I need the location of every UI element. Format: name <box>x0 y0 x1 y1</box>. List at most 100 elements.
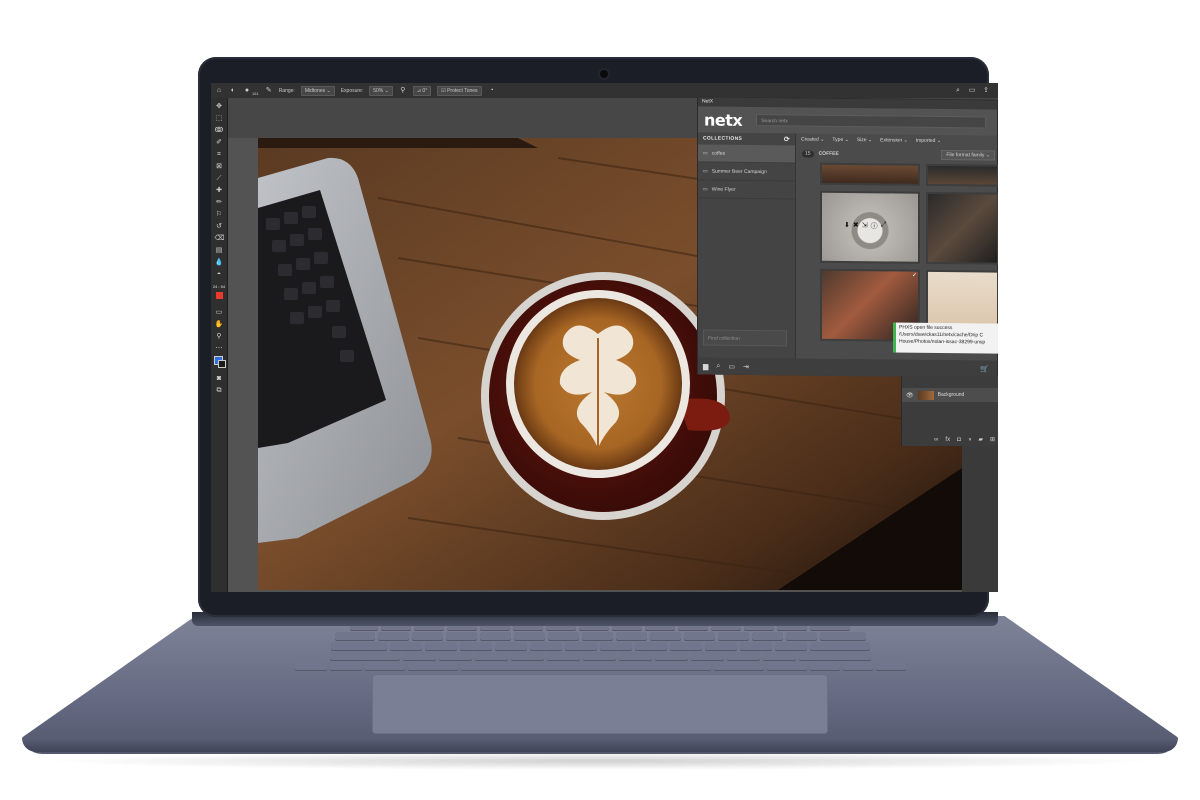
filter-created[interactable]: Created ⌄ <box>801 137 824 143</box>
screen-mode-icon[interactable]: ⧉ <box>215 386 224 395</box>
find-collection-input[interactable]: Find collection <box>703 329 787 347</box>
exposure-field[interactable]: 50% ⌄ <box>369 85 393 96</box>
key <box>717 632 749 640</box>
netx-footer: ▆ ⌕ ▭ ⇥ 🛒 <box>698 357 997 378</box>
remove-icon[interactable]: ✖ <box>853 221 859 231</box>
quick-mask-icon[interactable]: ◙ <box>215 374 224 383</box>
adjustment-icon[interactable]: ◑ <box>968 437 972 443</box>
mask-icon[interactable]: ◘ <box>957 437 961 443</box>
filter-size[interactable]: Size ⌄ <box>857 137 872 143</box>
key <box>690 652 724 660</box>
tools-panel: ✥ ⬚ ↂ ✐ ⌗ ⊠ ⟋ ✚ ✏ ⚐ ↺ ⌫ ▤ 💧 ◓ 24 : 54 ▭ … <box>211 98 228 592</box>
filter-extension[interactable]: Extension ⌄ <box>880 137 908 143</box>
asset-count-badge: 15 <box>802 150 814 158</box>
collections-title: COLLECTIONS <box>703 135 743 142</box>
history-brush-icon[interactable]: ↺ <box>215 222 224 231</box>
key <box>407 662 458 670</box>
brush-settings-icon[interactable]: ✎ <box>265 87 273 95</box>
crop-tool-icon[interactable]: ⌗ <box>215 150 224 159</box>
hand-tool-icon[interactable]: ✋ <box>215 320 224 329</box>
healing-tool-icon[interactable]: ✚ <box>215 186 224 195</box>
collection-icon[interactable]: ▭ <box>728 362 735 370</box>
key <box>704 642 737 650</box>
selected-check-icon[interactable]: ✓ <box>912 272 917 279</box>
keyboard-row <box>170 652 1030 660</box>
asset-thumbnail[interactable] <box>926 191 998 265</box>
key <box>564 642 597 650</box>
sort-select[interactable]: File format family ⌄ <box>941 149 995 161</box>
key <box>513 632 545 640</box>
dodge-tool-preset-icon[interactable]: ◐ <box>229 87 237 95</box>
search-icon[interactable]: ⌕ <box>954 87 962 95</box>
quick-select-tool-icon[interactable]: ✐ <box>215 138 224 147</box>
key <box>615 632 647 640</box>
collection-item-summer-beer-campaign[interactable]: ▭ Summer Beer Campaign <box>698 162 795 182</box>
new-layer-icon[interactable]: ⊞ <box>990 436 995 443</box>
foreground-color-chip[interactable] <box>215 292 223 299</box>
key <box>649 632 681 640</box>
stamp-tool-icon[interactable]: ⚐ <box>215 210 224 219</box>
key <box>546 652 580 660</box>
key <box>459 642 492 650</box>
key <box>798 652 871 660</box>
refresh-icon[interactable]: ⟳ <box>784 135 790 143</box>
brush-preview-icon[interactable]: ● <box>243 87 251 95</box>
pressure-icon[interactable]: ◔ <box>488 87 496 95</box>
group-icon[interactable]: ▰ <box>978 436 983 443</box>
sign-out-icon[interactable]: ⇥ <box>743 362 749 370</box>
key <box>785 632 817 640</box>
zoom-tool-icon[interactable]: ⚲ <box>215 332 224 341</box>
asset-thumbnail-hover[interactable]: ⬇ ✖ ⇲ ⓘ ⤢ <box>820 190 920 264</box>
thumbnail-image <box>928 193 997 263</box>
visibility-eye-icon[interactable]: 👁 <box>906 392 914 399</box>
key <box>809 642 870 650</box>
protect-tones-label: Protect Tones <box>447 87 478 94</box>
panel-dock <box>962 446 998 592</box>
collection-item-wine-flyer[interactable]: ▭ Wine Flyer <box>698 180 795 200</box>
angle-field[interactable]: ⊿ 0° <box>412 85 432 96</box>
asset-thumbnail[interactable] <box>820 162 920 186</box>
background-swatch[interactable] <box>217 360 226 368</box>
place-icon[interactable]: ⇲ <box>862 221 868 231</box>
download-icon[interactable]: ⬇ <box>844 221 850 231</box>
cart-icon[interactable]: 🛒 <box>980 365 989 373</box>
color-swatches[interactable] <box>213 356 226 368</box>
link-icon[interactable]: ∞ <box>934 437 938 443</box>
marquee-tool-icon[interactable]: ⬚ <box>215 114 224 123</box>
move-tool-icon[interactable]: ✥ <box>215 102 224 111</box>
collection-item-coffee[interactable]: ▭ coffee <box>698 144 795 164</box>
lasso-tool-icon[interactable]: ↂ <box>215 126 224 135</box>
key <box>581 632 613 640</box>
range-select[interactable]: Midtones ⌄ <box>300 85 335 96</box>
workspace-icon[interactable]: ▭ <box>968 87 976 95</box>
filter-imported[interactable]: Imported ⌄ <box>916 138 941 144</box>
airbrush-icon[interactable]: ⚲ <box>399 87 407 95</box>
eraser-tool-icon[interactable]: ⌫ <box>215 234 225 243</box>
protect-tones-checkbox[interactable]: ☑ Protect Tones <box>437 85 482 96</box>
time-readout: 24 : 54 <box>212 284 226 289</box>
netx-search-input[interactable]: Search netx <box>756 114 987 129</box>
expand-icon[interactable]: ⤢ <box>881 221 887 231</box>
key <box>364 662 405 670</box>
filter-type[interactable]: Type ⌄ <box>832 137 848 143</box>
key <box>438 652 472 660</box>
eyedropper-tool-icon[interactable]: ⟋ <box>215 174 224 183</box>
info-icon[interactable]: ⓘ <box>871 221 878 231</box>
folder-icon[interactable]: ▆ <box>703 362 708 370</box>
frame-tool-icon[interactable]: ⊠ <box>215 162 224 171</box>
home-icon[interactable]: ⌂ <box>215 87 223 95</box>
fx-icon[interactable]: fx <box>945 437 950 443</box>
search-icon[interactable]: ⌕ <box>716 362 720 370</box>
range-label: Range: <box>278 87 295 94</box>
share-icon[interactable]: ⇪ <box>982 87 990 95</box>
rectangle-tool-icon[interactable]: ▭ <box>215 308 224 317</box>
layer-row-background[interactable]: 👁 Background <box>902 388 998 402</box>
brush-tool-icon[interactable]: ✏ <box>215 198 224 207</box>
gradient-tool-icon[interactable]: ▤ <box>215 246 224 255</box>
key <box>762 652 796 660</box>
more-tools-icon[interactable]: ⋯ <box>215 344 224 353</box>
asset-thumbnail[interactable] <box>926 163 998 187</box>
dodge-tool-icon[interactable]: ◓ <box>215 270 224 279</box>
exposure-label: Exposure: <box>340 87 364 94</box>
blur-tool-icon[interactable]: 💧 <box>215 258 224 267</box>
